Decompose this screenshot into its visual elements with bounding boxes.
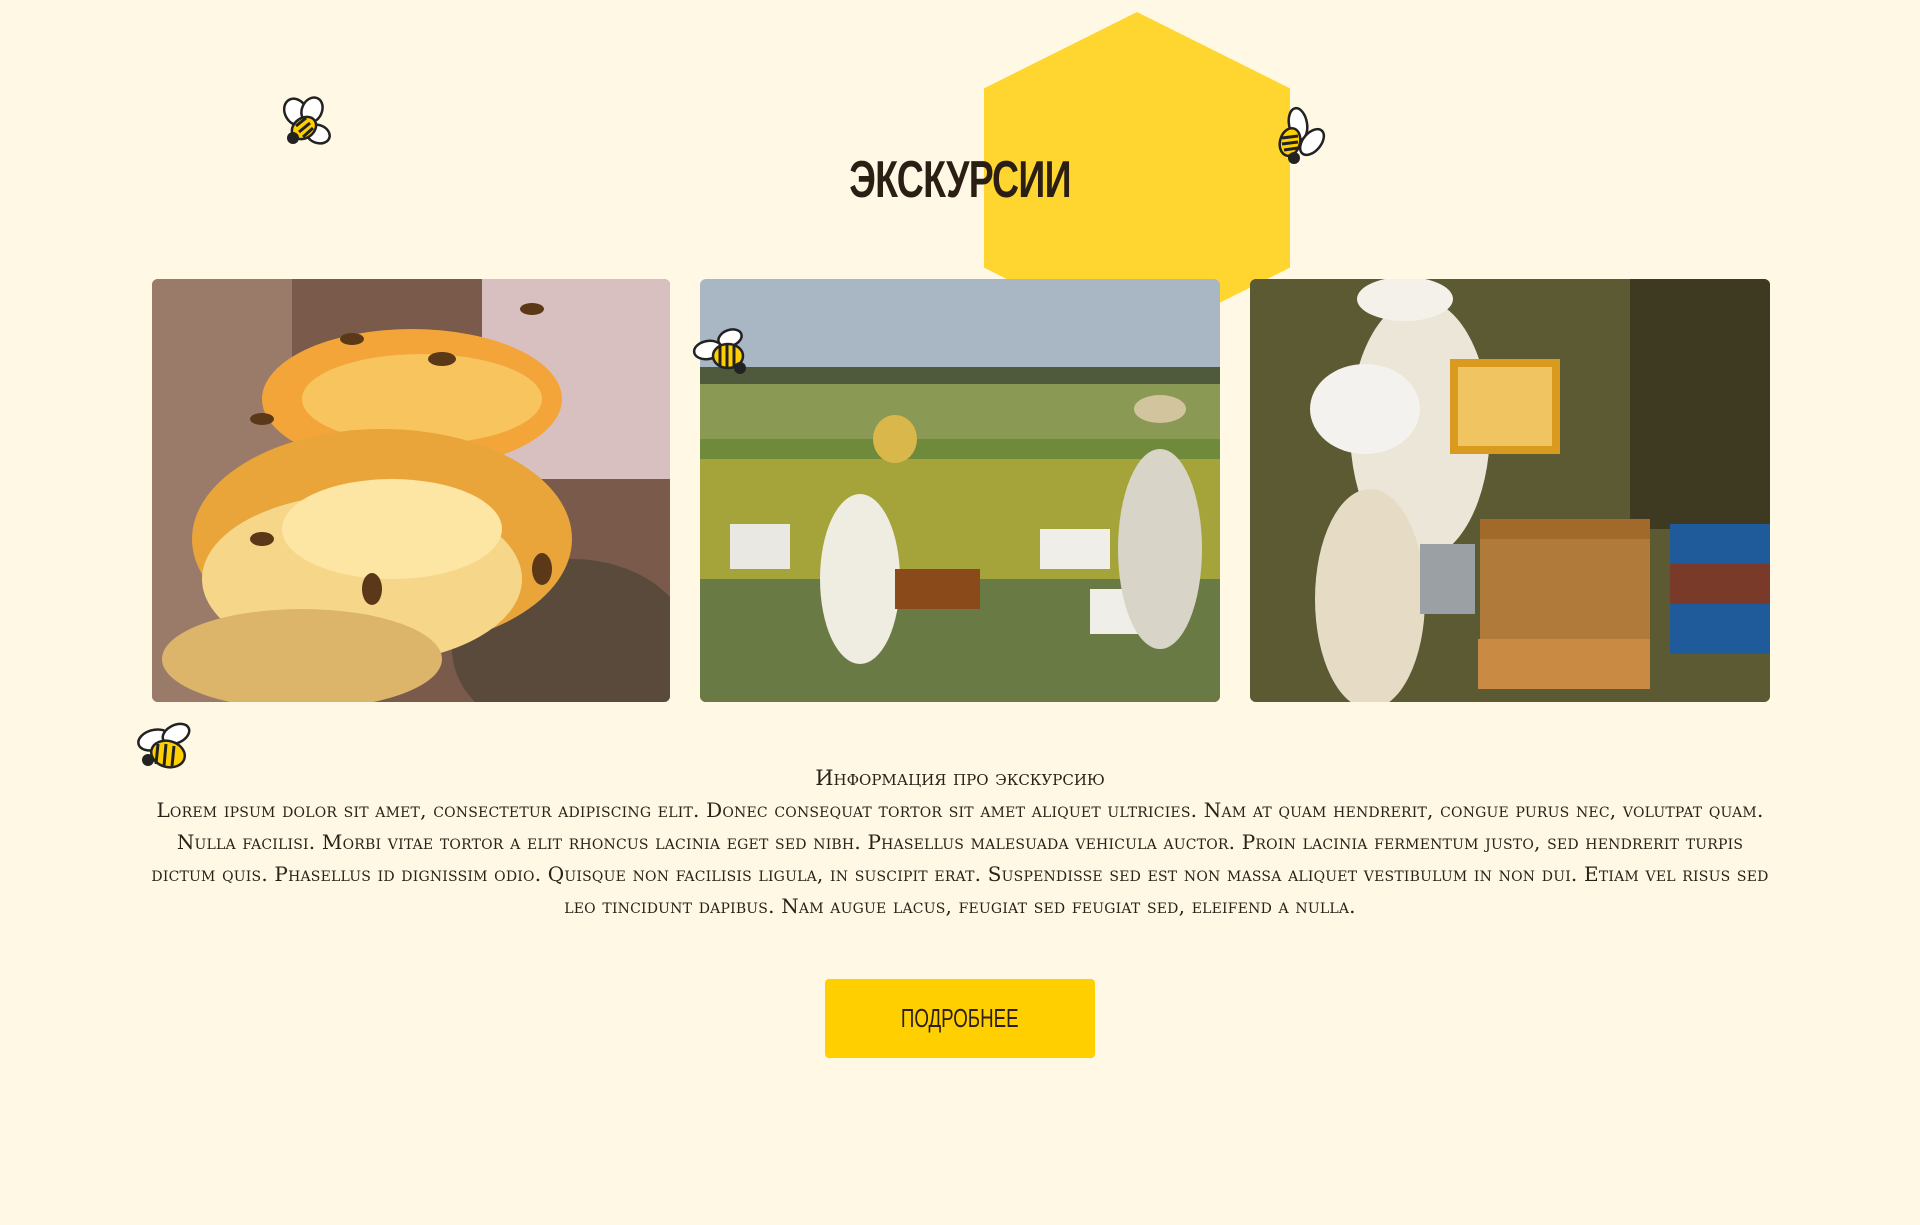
- excursion-info: Информация про экскурсию Lorem ipsum dol…: [150, 762, 1770, 922]
- info-heading: Информация про экскурсию: [815, 766, 1105, 790]
- section-title: ЭКСКУРСИИ: [849, 151, 1071, 209]
- gallery: [152, 279, 1770, 702]
- bee-icon: [274, 96, 336, 152]
- more-button-label: ПОДРОБНЕЕ: [901, 1003, 1019, 1033]
- more-button[interactable]: ПОДРОБНЕЕ: [825, 979, 1095, 1058]
- beehive-photo: [1250, 279, 1770, 702]
- info-body: Lorem ipsum dolor sit amet, consectetur …: [151, 798, 1769, 918]
- field-beekeepers-photo: [700, 279, 1220, 702]
- bee-icon: [692, 326, 752, 378]
- honeycomb-photo: [152, 279, 670, 702]
